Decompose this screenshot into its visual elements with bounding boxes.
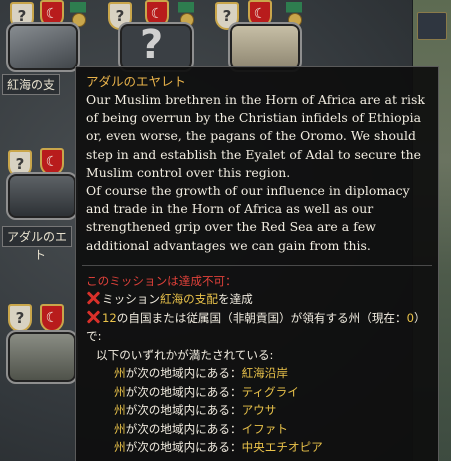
- area-text: が次の地域内にある：: [125, 421, 242, 436]
- description-line: and trade in the Horn of Africa as well …: [86, 201, 374, 217]
- requirement-text: を達成: [217, 292, 253, 307]
- description-line: step in and establish the Eyalet of Adal…: [86, 146, 422, 162]
- area-name: アウサ: [241, 403, 277, 418]
- tooltip-divider: [82, 264, 432, 266]
- description-line: strengthened grip over the Red Sea are a…: [86, 219, 376, 235]
- tooltip-title: アダルのエヤレト: [86, 74, 187, 89]
- unavailable-notice: このミッションは達成不可：: [86, 273, 237, 288]
- required-province-count: 12: [102, 310, 117, 325]
- area-name: 中央エチオピア: [241, 440, 323, 455]
- area-condition: 州が次の地域内にある：アウサ: [86, 401, 428, 420]
- requirement-mission: ミッション紅海の支配を達成: [86, 290, 428, 309]
- required-mission-name: 紅海の支配: [159, 292, 218, 307]
- map-corner-button[interactable]: [417, 12, 447, 40]
- requirement-text: ）: [414, 310, 426, 325]
- mission-picture-lower[interactable]: [6, 330, 78, 384]
- area-condition: 州が次の地域内にある：イファト: [86, 420, 428, 439]
- area-subject: 州: [114, 403, 126, 418]
- requirement-text: の自国または従属国（非朝貢国）が領有する州（現在：: [116, 310, 407, 325]
- tooltip-description: Our Muslim brethren in the Horn of Afric…: [86, 91, 428, 255]
- description-line: Of course the growth of our influence in…: [86, 183, 410, 199]
- mission-label-text-continued: ト: [34, 248, 47, 262]
- area-name: イファト: [241, 421, 288, 436]
- mission-tooltip: アダルのエヤレト Our Muslim brethren in the Horn…: [75, 66, 439, 461]
- area-subject: 州: [114, 384, 126, 399]
- mission-picture-caravan[interactable]: [228, 22, 302, 72]
- crescent-badge-icon: ☾: [40, 304, 64, 332]
- description-line: additional advantages we can gain from t…: [86, 237, 371, 253]
- area-condition: 州が次の地域内にある：中央エチオピア: [86, 438, 428, 457]
- area-text: が次の地域内にある：: [125, 384, 242, 399]
- area-condition: 州が次の地域内にある：紅海沿岸: [86, 364, 428, 383]
- requirement-text: ミッション: [102, 292, 160, 307]
- area-text: が次の地域内にある：: [125, 366, 242, 381]
- red-x-icon: [86, 310, 100, 324]
- area-text: が次の地域内にある：: [125, 403, 242, 418]
- mission-label-text: 紅海の支: [7, 78, 56, 92]
- any-of-header: 以下のいずれかが満たされている:: [96, 347, 274, 362]
- mission-picture-adal[interactable]: [6, 172, 78, 220]
- question-mark-icon: ?: [140, 22, 164, 68]
- area-name: ティグライ: [241, 384, 299, 399]
- area-subject: 州: [114, 366, 126, 381]
- current-province-count: 0: [406, 310, 415, 325]
- requirement-provinces: 12の自国または従属国（非朝貢国）が領有する州（現在：0）: [86, 309, 428, 328]
- mission-label-adal[interactable]: アダルのエ: [2, 226, 73, 247]
- question-mark-badge-icon: ?: [8, 304, 32, 332]
- area-subject: 州: [114, 421, 126, 436]
- area-condition: 州が次の地域内にある：ティグライ: [86, 383, 428, 402]
- mission-label-text: アダルのエ: [7, 230, 68, 244]
- requirement-tail: で:: [86, 329, 102, 344]
- mission-picture-red-sea[interactable]: [6, 22, 80, 72]
- description-line: Our Muslim brethren in the Horn of Afric…: [86, 92, 425, 107]
- area-text: が次の地域内にある：: [125, 440, 242, 455]
- area-subject: 州: [114, 440, 126, 455]
- area-name: 紅海沿岸: [241, 366, 288, 381]
- description-line: of being overrun by the Christian infide…: [86, 110, 422, 126]
- mission-label-red-sea[interactable]: 紅海の支: [2, 74, 61, 95]
- description-line: Muslim control over this region.: [86, 164, 291, 180]
- red-x-icon: [86, 291, 100, 305]
- description-line: or, even worse, the pagans of the Oromo.…: [86, 128, 416, 144]
